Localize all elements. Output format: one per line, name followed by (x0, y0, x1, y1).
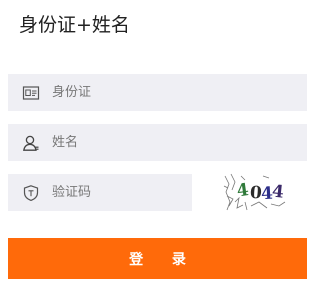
captcha-field[interactable] (8, 174, 222, 211)
id-card-field[interactable] (8, 74, 307, 111)
name-field[interactable] (8, 124, 307, 161)
captcha-text: 4 0 4 4 (236, 180, 285, 204)
captcha-input[interactable] (52, 185, 222, 200)
shield-icon (22, 184, 40, 202)
captcha-char: 4 (271, 182, 285, 203)
user-icon (22, 134, 40, 152)
id-card-icon (22, 84, 40, 102)
login-page: 身份证+姓名 身份证 姓名 验证码 4 0 4 4 登 录 (0, 0, 323, 304)
id-card-input[interactable] (52, 85, 232, 100)
name-input[interactable] (52, 135, 232, 150)
login-button[interactable]: 登 录 (8, 238, 307, 279)
captcha-image[interactable]: 4 0 4 4 (223, 172, 287, 212)
page-title: 身份证+姓名 (19, 14, 130, 36)
